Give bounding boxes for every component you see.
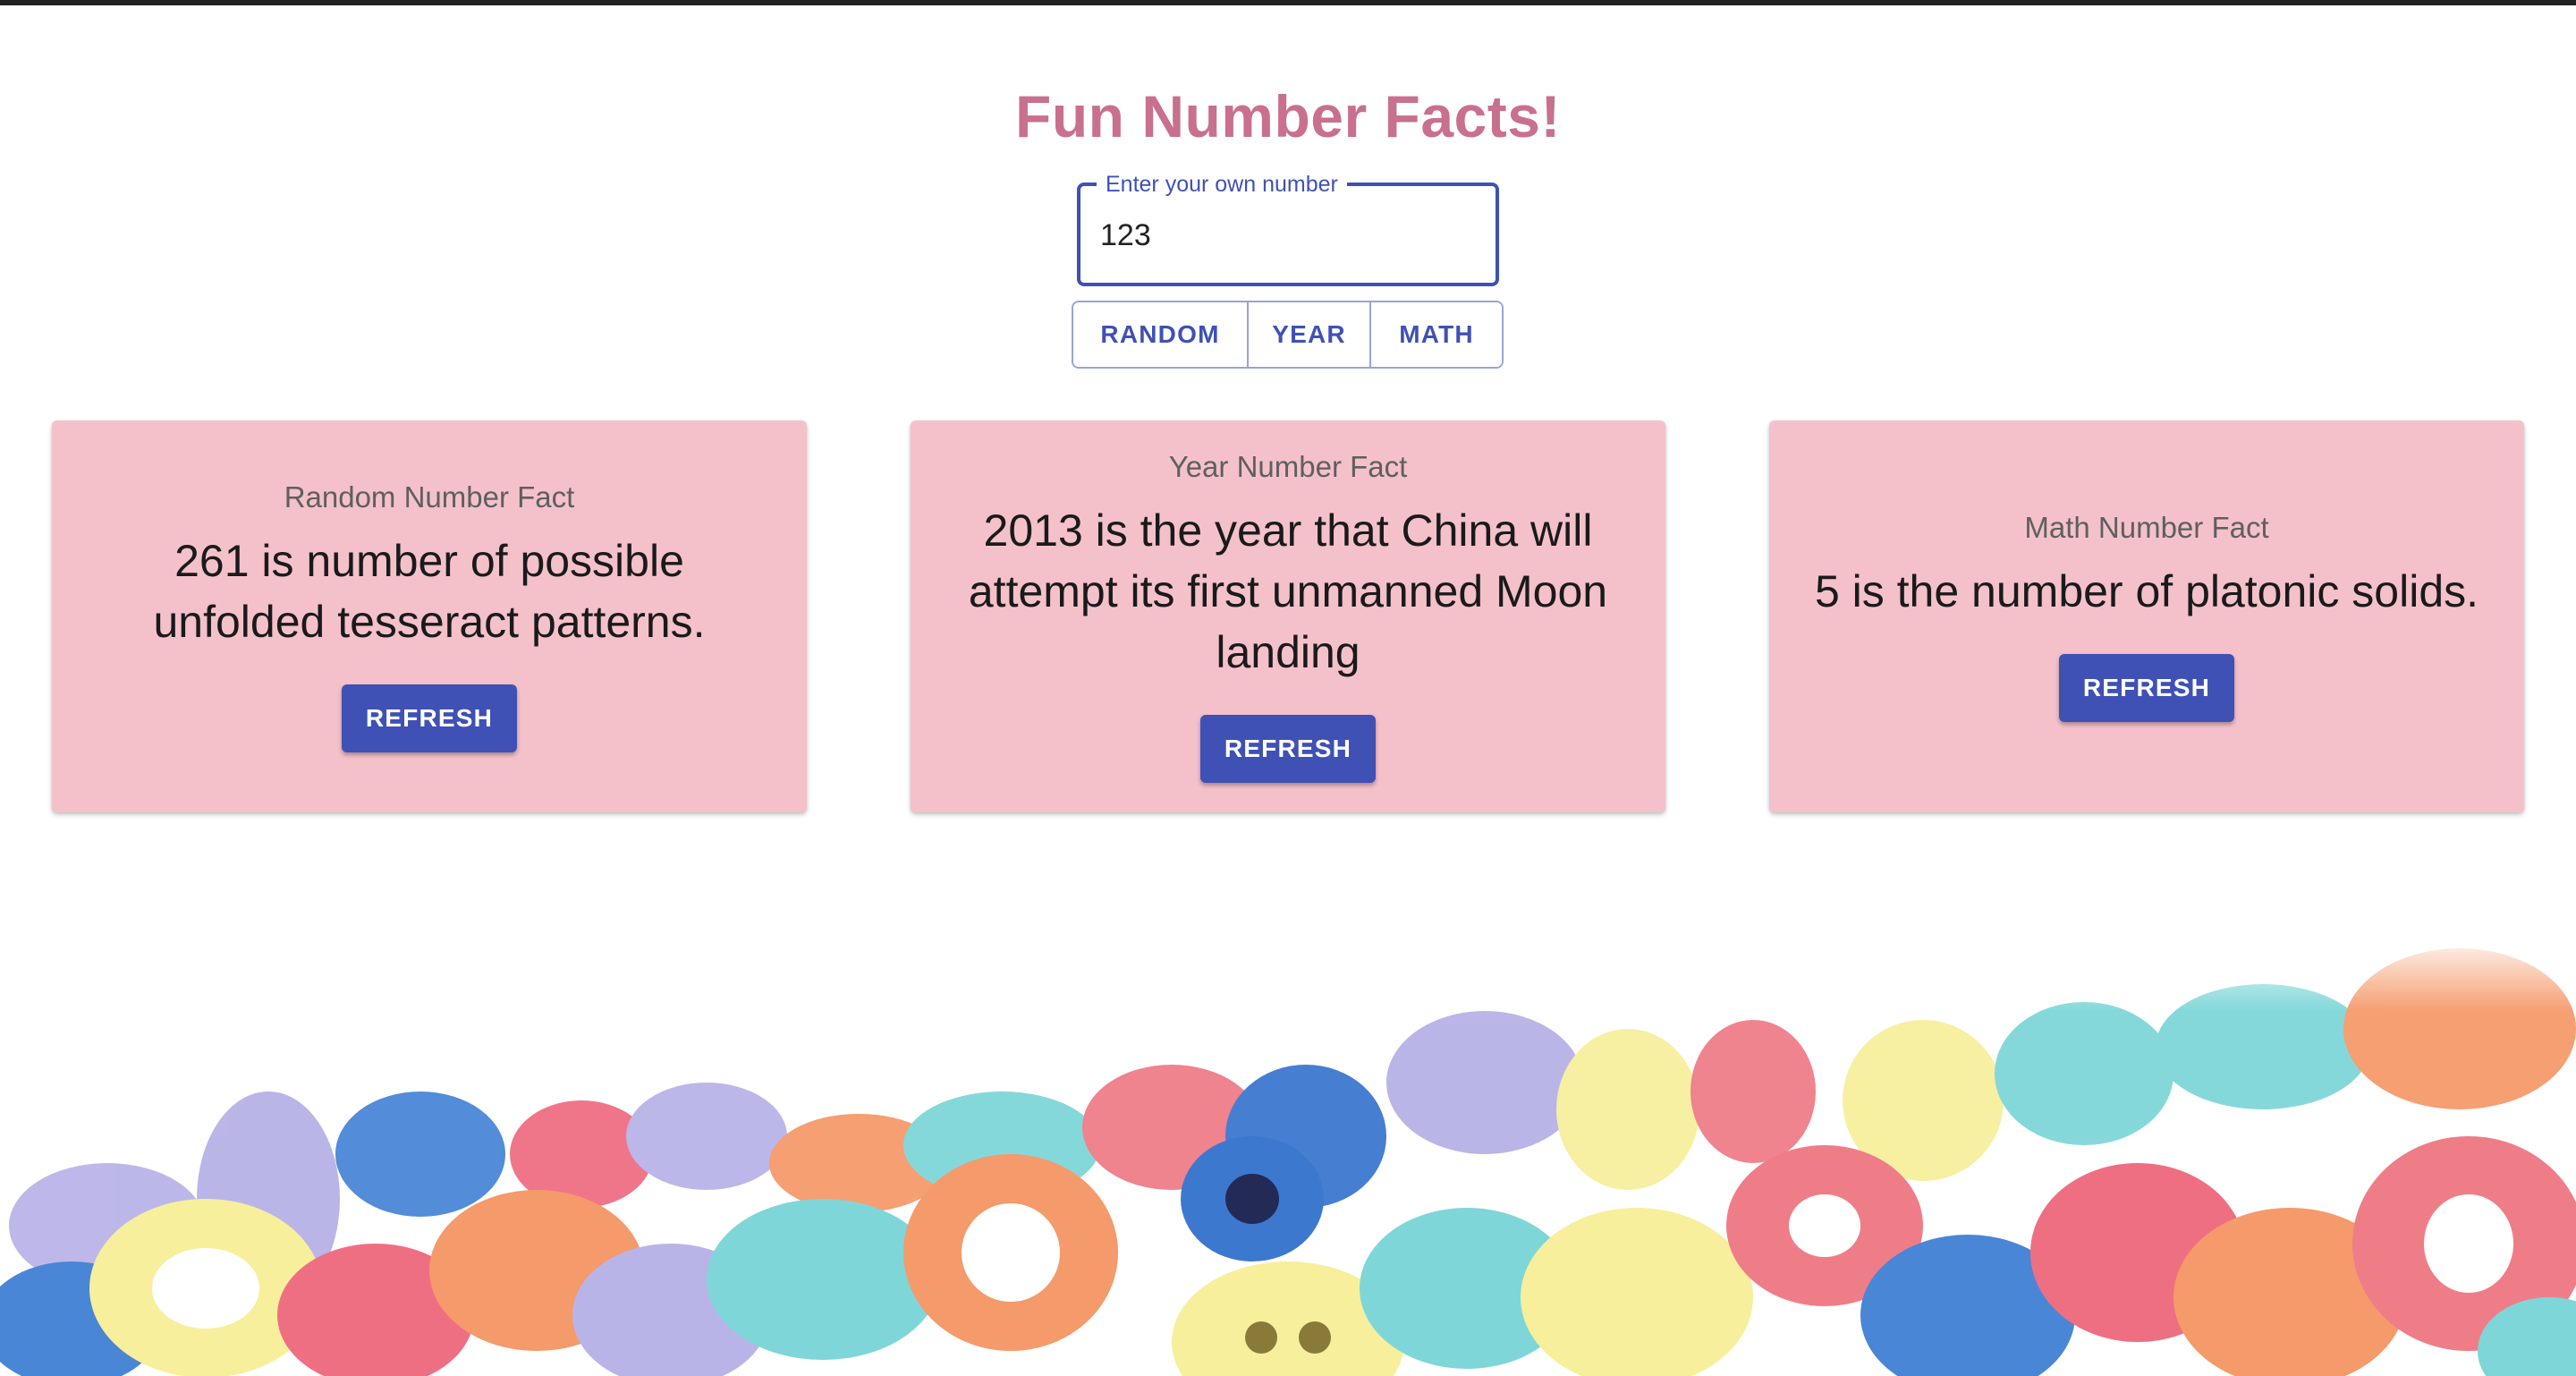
number-input[interactable] (1100, 213, 1476, 258)
foam-numbers-image (0, 930, 2576, 1376)
number-field-label: Enter your own number (1097, 172, 1347, 197)
refresh-button[interactable]: REFRESH (2059, 654, 2234, 722)
card-label: Year Number Fact (1168, 450, 1408, 483)
year-fact-card: Year Number Fact 2013 is the year that C… (911, 420, 1665, 812)
card-fact: 261 is number of possible unfolded tesse… (153, 536, 706, 647)
year-button[interactable]: YEAR (1247, 302, 1369, 367)
category-button-group: RANDOM YEAR MATH (1072, 301, 1504, 369)
refresh-button[interactable]: REFRESH (342, 684, 517, 752)
card-fact: 5 is the number of platonic solids. (1814, 566, 2479, 616)
browser-top-edge (0, 0, 2576, 5)
refresh-button[interactable]: REFRESH (1200, 715, 1376, 783)
math-fact-card: Math Number Fact 5 is the number of plat… (1769, 420, 2524, 812)
number-field[interactable]: Enter your own number (1077, 172, 1499, 286)
page-title: Fun Number Facts! (1015, 83, 1561, 149)
card-label: Math Number Fact (2024, 511, 2269, 544)
random-fact-card: Random Number Fact 261 is number of poss… (52, 420, 807, 812)
math-button[interactable]: MATH (1369, 302, 1502, 367)
random-button[interactable]: RANDOM (1073, 302, 1247, 367)
card-fact: 2013 is the year that China will attempt… (968, 505, 1608, 677)
card-label: Random Number Fact (284, 480, 575, 514)
